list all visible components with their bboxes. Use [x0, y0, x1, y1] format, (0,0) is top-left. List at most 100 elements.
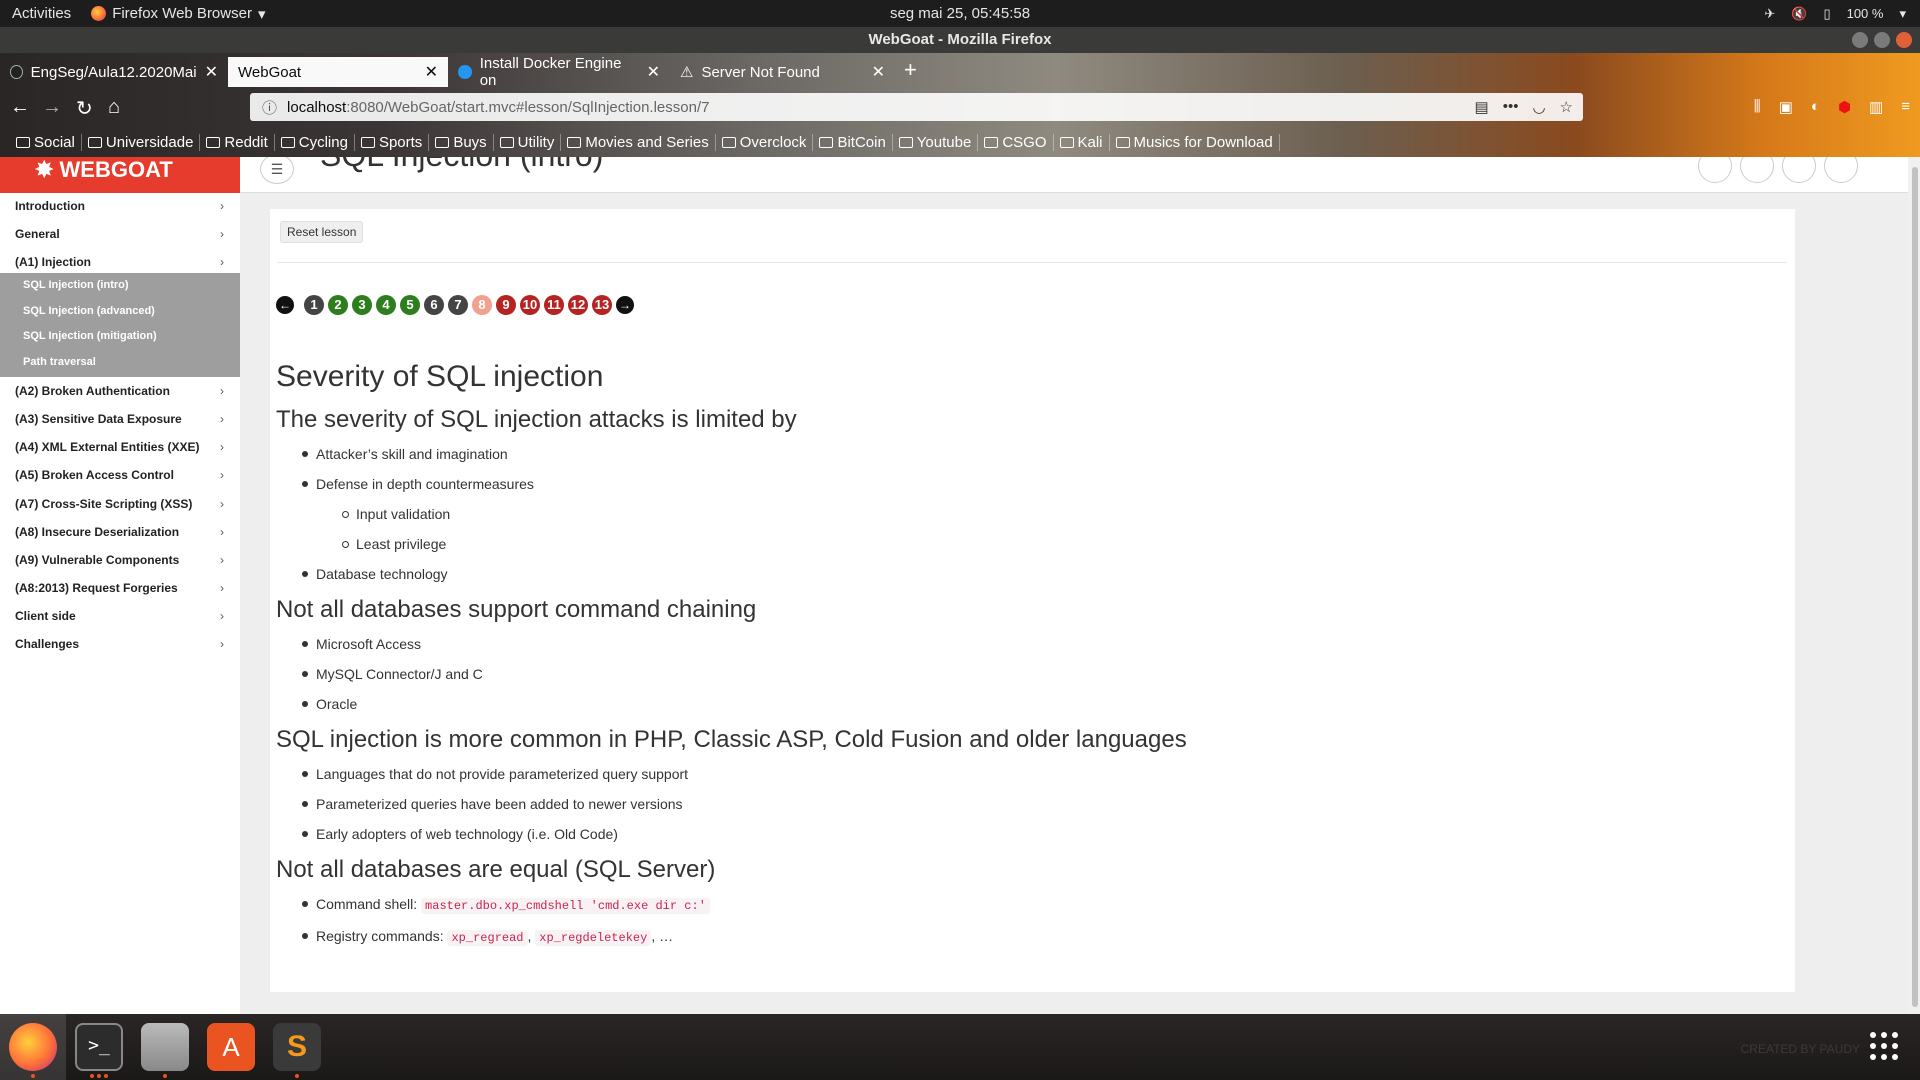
page-actions-icon[interactable]: •••	[1503, 98, 1519, 116]
bookmark-label: BitCoin	[837, 133, 886, 151]
minimize-button[interactable]	[1852, 32, 1868, 48]
close-tab-icon[interactable]: ✕	[647, 62, 660, 82]
bookmark-folder[interactable]: Kali	[1054, 133, 1110, 151]
page-link[interactable]: 2	[328, 295, 348, 315]
reset-lesson-button[interactable]: Reset lesson	[280, 221, 364, 243]
tab-engseg[interactable]: EngSeg/Aula12.2020Mai ✕	[0, 57, 228, 87]
page-link[interactable]: 12	[568, 295, 588, 315]
page-link[interactable]: 4	[376, 295, 396, 315]
url-path: :8080/WebGoat/start.mvc#lesson/SqlInject…	[346, 98, 710, 116]
menu-a5[interactable]: (A5) Broken Access Control ›	[0, 461, 240, 489]
extension2-icon[interactable]: ▥	[1869, 98, 1883, 116]
close-tab-icon[interactable]: ✕	[872, 62, 885, 82]
previous-page-arrow-icon[interactable]: ←	[276, 296, 294, 314]
user-icon[interactable]	[1698, 157, 1732, 183]
page-link[interactable]: 9	[496, 295, 516, 315]
extension-icon[interactable]: ◐	[1811, 98, 1820, 116]
menu-a3[interactable]: (A3) Sensitive Data Exposure ›	[0, 405, 240, 433]
submenu-sql-injection-advanced[interactable]: SQL Injection (advanced)	[23, 305, 155, 317]
bookmark-label: CSGO	[1002, 133, 1047, 151]
submenu-sql-injection-intro[interactable]: SQL Injection (intro)	[23, 279, 129, 291]
page-link[interactable]: 1	[304, 295, 324, 315]
menu-a2[interactable]: (A2) Broken Authentication ›	[0, 377, 240, 405]
bookmark-folder[interactable]: Reddit	[200, 133, 275, 151]
menu-client-side[interactable]: Client side ›	[0, 602, 240, 630]
page-link[interactable]: 3	[352, 295, 372, 315]
submenu-path-traversal[interactable]: Path traversal	[23, 356, 96, 368]
new-tab-button[interactable]: +	[904, 57, 917, 83]
next-page-arrow-icon[interactable]: →	[616, 296, 634, 314]
bookmark-folder[interactable]: Universidade	[82, 133, 201, 151]
app-menu[interactable]: Firefox Web Browser ▾	[91, 5, 265, 23]
page-link[interactable]: 5	[400, 295, 420, 315]
page-link[interactable]: 13	[592, 295, 612, 315]
bookmark-folder[interactable]: Utility	[494, 133, 562, 151]
software-center-dock-icon[interactable]: A	[207, 1023, 255, 1071]
close-window-button[interactable]	[1896, 32, 1912, 48]
site-info-icon[interactable]: ⓘ	[262, 97, 277, 118]
menu-a9[interactable]: (A9) Vulnerable Components ›	[0, 546, 240, 574]
menu-general[interactable]: General ›	[0, 220, 240, 248]
page-link[interactable]: 11	[544, 295, 564, 315]
bookmark-folder[interactable]: Sports	[355, 133, 430, 151]
page-scrollbar[interactable]	[1908, 157, 1920, 1014]
bookmark-folder[interactable]: Buys	[429, 133, 494, 151]
submenu-sql-injection-mitigation[interactable]: SQL Injection (mitigation)	[23, 330, 157, 342]
system-tray[interactable]: ✈ 🔇 ▯ 100 % ▾	[1764, 6, 1906, 22]
bookmark-folder[interactable]: Youtube	[893, 133, 979, 151]
adblock-icon[interactable]: ⬢	[1838, 98, 1851, 116]
reload-icon[interactable]: ↻	[76, 96, 93, 121]
close-tab-icon[interactable]: ✕	[205, 62, 218, 82]
menu-icon[interactable]: ≡	[1901, 98, 1910, 116]
page-link[interactable]: 7	[448, 295, 468, 315]
forward-icon[interactable]: →	[42, 96, 62, 119]
contact-icon[interactable]	[1824, 157, 1858, 183]
tab-docker[interactable]: Install Docker Engine on ✕	[448, 55, 670, 89]
webgoat-logo[interactable]: ✸ WEBGOAT	[0, 157, 240, 193]
sublime-text-dock-icon[interactable]: S	[273, 1023, 321, 1071]
url-bar[interactable]: ⓘ localhost :8080/WebGoat/start.mvc#less…	[250, 93, 1583, 121]
bookmark-folder[interactable]: Musics for Download	[1110, 133, 1280, 151]
menu-a8-2013[interactable]: (A8:2013) Request Forgeries ›	[0, 574, 240, 602]
bookmark-folder[interactable]: Social	[10, 133, 82, 151]
hamburger-menu-icon[interactable]: ☰	[260, 157, 294, 184]
section-heading: Not all databases are equal (SQL Server)	[276, 856, 716, 883]
bookmark-folder[interactable]: Overclock	[716, 133, 814, 151]
close-tab-icon[interactable]: ✕	[425, 62, 438, 82]
back-icon[interactable]: ←	[10, 96, 30, 119]
page-link[interactable]: 10	[520, 295, 540, 315]
menu-a4[interactable]: (A4) XML External Entities (XXE) ›	[0, 433, 240, 461]
clock[interactable]: seg mai 25, 05:45:58	[890, 5, 1030, 22]
menu-a1-injection[interactable]: (A1) Injection ›	[0, 248, 240, 276]
maximize-button[interactable]	[1874, 32, 1890, 48]
tab-webgoat[interactable]: WebGoat ✕	[228, 57, 448, 87]
sidebar-icon[interactable]: ▣	[1779, 98, 1793, 116]
terminal-dock-icon[interactable]: >_	[75, 1023, 123, 1071]
show-applications-icon[interactable]	[1870, 1032, 1898, 1060]
list-item: Input validation	[342, 499, 1776, 529]
bookmark-folder[interactable]: BitCoin	[813, 133, 893, 151]
about-icon[interactable]	[1782, 157, 1816, 183]
page-link[interactable]: 6	[424, 295, 444, 315]
bookmark-folder[interactable]: CSGO	[978, 133, 1054, 151]
report-card-icon[interactable]	[1740, 157, 1774, 183]
bookmark-star-icon[interactable]: ☆	[1560, 98, 1573, 116]
firefox-dock-icon[interactable]	[9, 1023, 57, 1071]
running-indicator	[90, 1074, 94, 1078]
menu-challenges[interactable]: Challenges ›	[0, 630, 240, 658]
activities-button[interactable]: Activities	[12, 5, 71, 22]
menu-a8[interactable]: (A8) Insecure Deserialization ›	[0, 518, 240, 546]
pocket-icon[interactable]: ◡	[1532, 98, 1545, 116]
reader-view-icon[interactable]: ▤	[1475, 98, 1489, 116]
home-icon[interactable]: ⌂	[108, 96, 120, 119]
library-icon[interactable]: ⫼	[1754, 98, 1761, 116]
menu-a7[interactable]: (A7) Cross-Site Scripting (XSS) ›	[0, 490, 240, 518]
menu-introduction[interactable]: Introduction ›	[0, 192, 240, 220]
page-link-current[interactable]: 8	[472, 295, 492, 315]
item-label: Command shell:	[316, 896, 418, 912]
bookmark-folder[interactable]: Cycling	[275, 133, 355, 151]
bookmark-folder[interactable]: Movies and Series	[561, 133, 716, 151]
scrollbar-thumb[interactable]	[1912, 167, 1918, 1007]
files-dock-icon[interactable]	[141, 1023, 189, 1071]
tab-server-not-found[interactable]: ⚠ Server Not Found ✕	[670, 57, 895, 87]
